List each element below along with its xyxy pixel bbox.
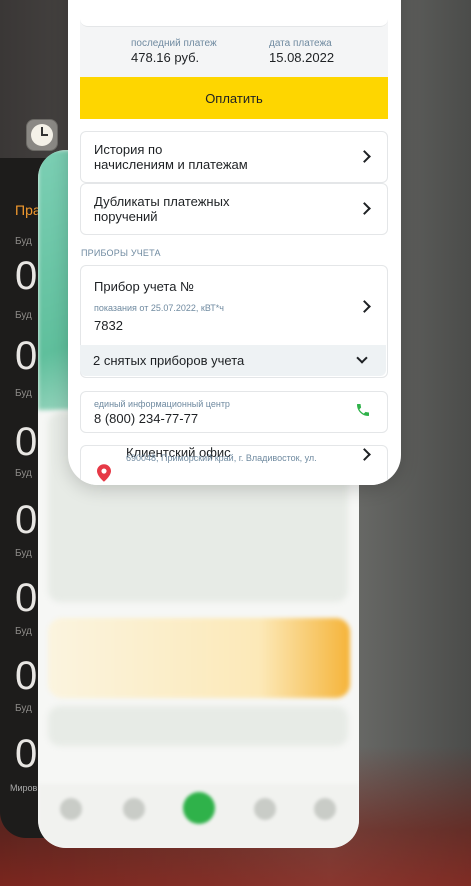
utility-app-card[interactable]: последний платеж 478.16 руб. дата платеж… <box>68 0 401 485</box>
history-row[interactable]: История по начислениям и платежам <box>80 131 388 183</box>
alarm-prefix: Буд <box>15 236 32 247</box>
chevron-right-icon <box>358 150 371 163</box>
nav-icon <box>314 798 336 820</box>
last-payment-value: 478.16 руб. <box>131 50 200 65</box>
alarm-time: 0 <box>15 498 38 542</box>
removed-meters-label: 2 снятых приборов учета <box>93 353 245 368</box>
history-row-line1: История по <box>94 142 163 157</box>
alarm-time: 0 <box>15 732 38 776</box>
contact-caption: единый информационный центр <box>94 399 230 409</box>
alarm-label: Буд <box>15 703 32 714</box>
balance-strip <box>80 0 388 27</box>
chevron-right-icon <box>358 202 371 215</box>
deposits-row <box>48 706 348 746</box>
alarm-label: Буд <box>15 468 32 479</box>
clock-face <box>31 124 53 146</box>
alarm-time: 0 <box>15 254 38 298</box>
alarm-time: 0 <box>15 420 38 464</box>
alarm-label: Буд <box>15 310 32 321</box>
alarm-label: Буд <box>15 548 32 559</box>
office-address: 690048, Приморский край, г. Владивосток,… <box>126 453 317 463</box>
alarm-time: 0 <box>15 576 38 620</box>
history-row-line2: начислениям и платежам <box>94 157 248 172</box>
location-pin-icon <box>97 464 111 482</box>
client-office-row[interactable]: Клиентский офис 690048, Приморский край,… <box>80 445 388 485</box>
meters-section-title: ПРИБОРЫ УЧЕТА <box>81 248 161 258</box>
nav-icon <box>60 798 82 820</box>
duplicates-row-line1: Дубликаты платежных <box>94 194 230 209</box>
duplicates-row[interactable]: Дубликаты платежных поручений <box>80 183 388 235</box>
clock-icon[interactable] <box>26 119 58 151</box>
nav-icon <box>254 798 276 820</box>
nav-icon <box>123 798 145 820</box>
duplicates-row-line2: поручений <box>94 209 158 224</box>
contact-phone[interactable]: 8 (800) 234-77-77 <box>94 411 198 426</box>
alarm-label: Буд <box>15 626 32 637</box>
chevron-right-icon <box>358 448 371 461</box>
meter-reading-caption: показания от 25.07.2022, кВТ*ч <box>94 303 224 313</box>
alarm-time: 0 <box>15 654 38 698</box>
promo-banner <box>48 618 350 698</box>
alarm-time: 0 <box>15 334 38 378</box>
pay-button[interactable]: Оплатить <box>80 77 388 119</box>
contact-center-row[interactable]: единый информационный центр 8 (800) 234-… <box>80 391 388 433</box>
payments-fab <box>183 792 215 824</box>
clock-tab-title: Пра <box>15 202 41 218</box>
alarm-label: Буд <box>15 388 32 399</box>
meter-reading-value: 7832 <box>94 318 123 333</box>
removed-meters-toggle[interactable]: 2 снятых приборов учета <box>80 345 386 376</box>
phone-icon[interactable] <box>355 402 371 418</box>
chevron-down-icon <box>356 352 368 364</box>
meter-title: Прибор учета № <box>94 279 195 294</box>
banking-bottom-nav <box>38 784 359 848</box>
payment-date-label: дата платежа <box>269 38 332 49</box>
world-clock-tab: Миров <box>10 783 38 793</box>
payment-date-value: 15.08.2022 <box>269 50 335 65</box>
last-payment-label: последний платеж <box>131 38 217 49</box>
chevron-right-icon <box>358 300 371 313</box>
